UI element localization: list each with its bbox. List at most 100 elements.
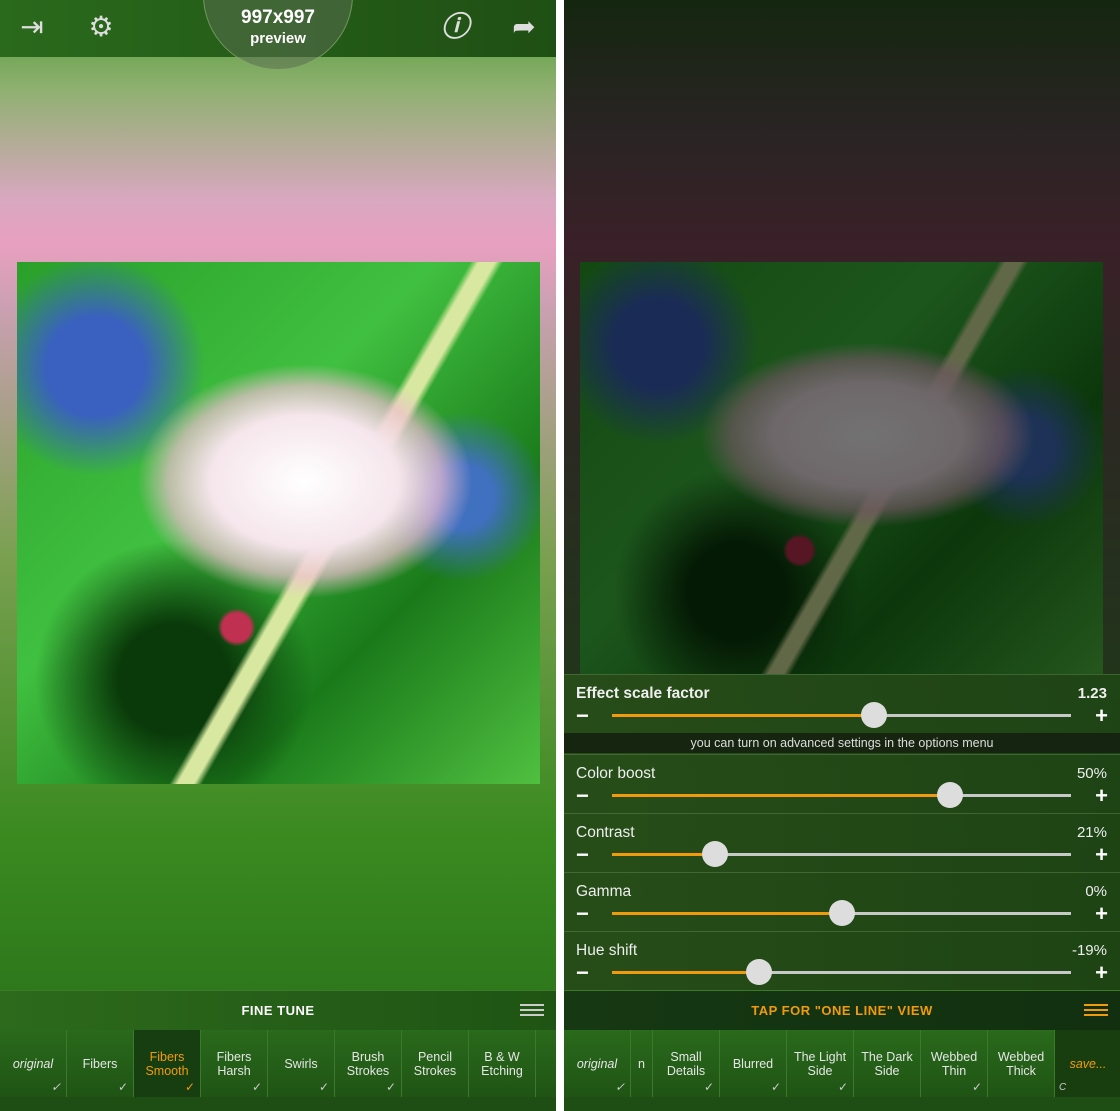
slider-knob[interactable]	[701, 841, 728, 867]
effect-tile[interactable]: Pencil Strokes	[402, 1030, 469, 1097]
slider-knob[interactable]	[936, 782, 963, 808]
effect-tile[interactable]: Swirls ✓	[268, 1030, 335, 1097]
effect-tile-label: Webbed Thin	[930, 1049, 978, 1078]
effect-tile[interactable]: Fibers Smooth ✓	[134, 1030, 201, 1097]
effect-tile-label: Small Details	[666, 1049, 706, 1078]
setting-slider[interactable]	[612, 841, 1071, 867]
effect-tile[interactable]: save... C	[1055, 1030, 1120, 1097]
checkmark-icon: ✓	[184, 1080, 195, 1094]
effect-tile-label: Pencil Strokes	[413, 1049, 457, 1078]
fine-tune-label: FINE TUNE	[241, 1003, 315, 1018]
slider-fill	[612, 794, 950, 797]
setting-row: Hue shift -19% − +	[564, 931, 1120, 990]
minus-icon[interactable]: −	[576, 901, 589, 927]
sliders-icon[interactable]	[1084, 1001, 1108, 1021]
setting-value: -19%	[1071, 942, 1107, 959]
plus-icon[interactable]: +	[1095, 901, 1108, 927]
minus-icon[interactable]: −	[576, 783, 589, 809]
effect-tile[interactable]: Small Details ✓	[653, 1030, 720, 1097]
effect-tile[interactable]: The Light Side ✓	[787, 1030, 854, 1097]
effect-tile-label: Webbed Thick	[997, 1049, 1045, 1078]
plus-icon[interactable]: +	[1095, 783, 1108, 809]
effect-tile-label: save...	[1069, 1056, 1107, 1071]
slider-fill	[612, 912, 842, 915]
effect-tile[interactable]: Fibers ✓	[67, 1030, 134, 1097]
setting-slider[interactable]	[612, 900, 1071, 926]
bottom-strip	[564, 1097, 1120, 1111]
one-line-view-button[interactable]: TAP FOR "ONE LINE" VIEW	[564, 990, 1120, 1030]
effect-tile[interactable]: Webbed Thick	[988, 1030, 1055, 1097]
checkmark-icon: ✓	[117, 1080, 128, 1094]
effect-tile-label: original	[12, 1056, 54, 1071]
checkmark-icon: ✓	[837, 1080, 848, 1094]
one-line-view-label: TAP FOR "ONE LINE" VIEW	[751, 1003, 933, 1018]
setting-slider[interactable]	[612, 782, 1071, 808]
share-icon[interactable]: ➦	[507, 12, 541, 42]
setting-label: Effect scale factor	[576, 685, 710, 702]
minus-icon[interactable]: −	[576, 703, 589, 729]
save-subtext: C	[1059, 1082, 1067, 1093]
setting-value: 50%	[1076, 765, 1107, 782]
setting-value: 0%	[1085, 883, 1107, 900]
effect-tile[interactable]: n	[631, 1030, 653, 1097]
resolution-text: 997x997	[241, 7, 315, 28]
bottom-strip	[0, 1097, 556, 1111]
effect-tile-label: Fibers	[82, 1056, 118, 1071]
effect-tile[interactable]: Brush Strokes ✓	[335, 1030, 402, 1097]
slider-knob[interactable]	[745, 959, 772, 985]
sliders-icon[interactable]	[520, 1001, 544, 1021]
setting-label: Gamma	[576, 883, 632, 900]
checkmark-icon: ✓	[703, 1080, 714, 1094]
effect-tile-label: Blurred	[732, 1056, 774, 1071]
effect-strip[interactable]: original ✓ Fibers ✓ Fibers Smooth ✓ Fibers Har…	[0, 1030, 556, 1097]
effect-tile-label: original	[576, 1056, 618, 1071]
setting-row: Contrast 21% − +	[564, 813, 1120, 872]
effect-tile[interactable]: original ✓	[0, 1030, 67, 1097]
plus-icon[interactable]: +	[1095, 703, 1108, 729]
setting-value: 1.23	[1077, 685, 1107, 702]
minus-icon[interactable]: −	[576, 842, 589, 868]
gear-icon[interactable]: ⚙	[84, 12, 118, 42]
effect-tile-label: Fibers Smooth	[145, 1049, 189, 1078]
effect-strip[interactable]: original ✓ n Small Details ✓ Blurred ✓ The Ligh…	[564, 1030, 1120, 1097]
info-icon[interactable]: ⓘ	[438, 12, 472, 42]
slider-knob[interactable]	[828, 900, 855, 926]
filtered-photo-dimmed	[580, 262, 1103, 674]
setting-value: 21%	[1076, 824, 1107, 841]
effect-tile[interactable]: Fibers Harsh ✓	[201, 1030, 268, 1097]
effect-tile[interactable]: C	[536, 1030, 556, 1097]
advanced-settings-hint: you can turn on advanced settings in the…	[564, 733, 1120, 753]
effect-tile[interactable]: The Dark Side	[854, 1030, 921, 1097]
setting-label: Color boost	[576, 765, 656, 782]
effect-tile-label: The Light Side	[793, 1049, 847, 1078]
setting-slider[interactable]	[612, 959, 1071, 985]
fine-tune-button[interactable]: FINE TUNE	[0, 990, 556, 1030]
plus-icon[interactable]: +	[1095, 842, 1108, 868]
right-screen: Effect scale factor 1.23 − + Color boost …	[564, 0, 1120, 1111]
checkmark-icon: ✓	[251, 1080, 262, 1094]
setting-slider[interactable]	[612, 702, 1071, 728]
import-icon[interactable]: ⇥	[15, 12, 49, 42]
setting-label: Contrast	[576, 824, 635, 841]
effect-tile-label: The Dark Side	[861, 1049, 913, 1078]
plus-icon[interactable]: +	[1095, 960, 1108, 986]
effect-tile-label: Brush Strokes	[346, 1049, 390, 1078]
left-screen: ⇥ ⚙ ⓘ ➦ 997x997 preview FINE TUNE origin…	[0, 0, 556, 1111]
checkmark-icon: ✓	[971, 1080, 982, 1094]
checkmark-icon: ✓	[318, 1080, 329, 1094]
checkmark-icon: ✓	[385, 1080, 396, 1094]
checkmark-icon: ✓	[50, 1080, 61, 1094]
slider-fill	[612, 853, 715, 856]
setting-row: Color boost 50% − +	[564, 754, 1120, 813]
slider-fill	[612, 971, 759, 974]
effect-tile[interactable]: Blurred ✓	[720, 1030, 787, 1097]
filtered-photo	[17, 262, 540, 784]
effect-tile[interactable]: Webbed Thin ✓	[921, 1030, 988, 1097]
effect-tile[interactable]: original ✓	[564, 1030, 631, 1097]
preview-label: preview	[250, 30, 306, 47]
slider-knob[interactable]	[860, 702, 887, 728]
setting-row: Effect scale factor 1.23 − +	[564, 674, 1120, 733]
effect-tile[interactable]: B & W Etching	[469, 1030, 536, 1097]
minus-icon[interactable]: −	[576, 960, 589, 986]
effect-tile-label: Fibers Harsh	[216, 1049, 252, 1078]
